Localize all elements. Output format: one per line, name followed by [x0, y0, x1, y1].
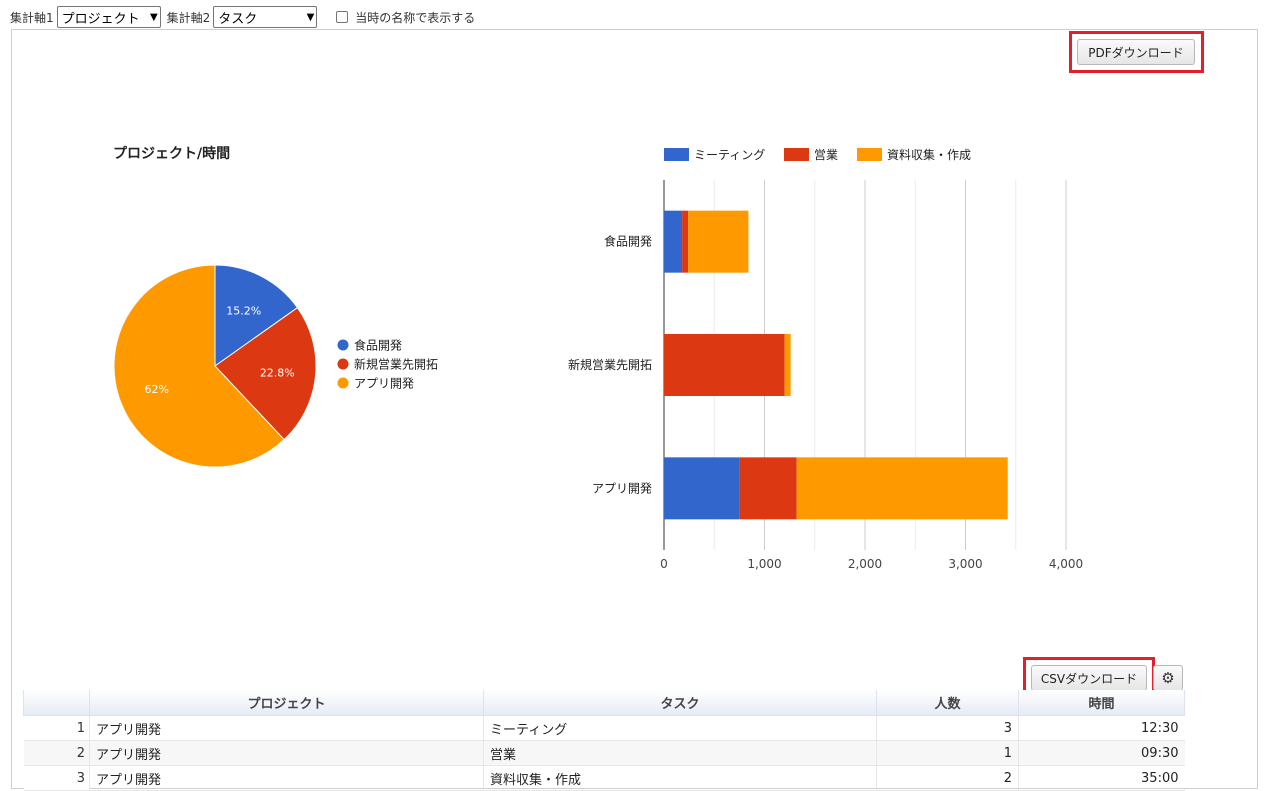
- bar-legend-label: 営業: [814, 148, 838, 162]
- row-project: アプリ開発: [89, 740, 484, 766]
- bar-segment: [739, 457, 797, 520]
- column-header-task[interactable]: タスク: [483, 690, 877, 716]
- bar-legend-swatch: [664, 148, 689, 161]
- row-task: ミーティング: [483, 715, 877, 741]
- row-index: 3: [23, 765, 90, 791]
- table-header-row: プロジェクト タスク 人数 時間: [23, 690, 1185, 716]
- y-category-label: 新規営業先開拓: [568, 357, 652, 372]
- bar-legend-label: 資料収集・作成: [887, 147, 971, 162]
- bar-legend-swatch: [857, 148, 882, 161]
- row-index: 1: [23, 715, 90, 741]
- row-time: 35:00: [1018, 765, 1185, 791]
- row-project: アプリ開発: [89, 715, 484, 741]
- pie-slice-label: 15.2%: [226, 304, 261, 317]
- row-task: 営業: [483, 740, 877, 766]
- y-category-label: 食品開発: [604, 234, 652, 249]
- bar-segment: [664, 457, 740, 520]
- bar-segment: [664, 334, 785, 396]
- row-people: 1: [876, 740, 1019, 766]
- row-task: 資料収集・作成: [483, 765, 877, 791]
- x-tick-label: 4,000: [1049, 557, 1083, 571]
- bar-segment: [784, 334, 791, 396]
- pie-legend-marker: [337, 377, 349, 389]
- column-header-time[interactable]: 時間: [1018, 690, 1185, 716]
- summary-table: プロジェクト タスク 人数 時間 1 アプリ開発 ミーティング 3 12:30 …: [23, 690, 1185, 791]
- row-time: 12:30: [1018, 715, 1185, 741]
- gear-icon: ⚙: [1161, 669, 1175, 687]
- bar-legend-swatch: [784, 148, 809, 161]
- row-time: 09:30: [1018, 740, 1185, 766]
- row-people: 2: [876, 765, 1019, 791]
- bar-legend-label: ミーティング: [694, 148, 765, 162]
- x-tick-label: 3,000: [948, 557, 982, 571]
- pie-legend-label: アプリ開発: [354, 377, 414, 391]
- y-category-label: アプリ開発: [592, 481, 652, 495]
- column-header-people[interactable]: 人数: [876, 690, 1019, 716]
- pie-legend-marker: [337, 358, 349, 370]
- column-header-index[interactable]: [23, 690, 90, 716]
- x-tick-label: 0: [660, 557, 668, 571]
- pie-legend-marker: [337, 339, 349, 351]
- x-tick-label: 2,000: [848, 557, 882, 571]
- pie-slice-label: 22.8%: [260, 366, 295, 379]
- bar-segment: [682, 210, 689, 273]
- pie-slice-label: 62%: [145, 383, 169, 396]
- bar-segment: [688, 210, 749, 273]
- table-settings-button[interactable]: ⚙: [1153, 665, 1183, 691]
- pie-legend-label: 食品開発: [354, 338, 402, 353]
- table-row[interactable]: 3 アプリ開発 資料収集・作成 2 35:00: [23, 765, 1185, 791]
- x-tick-label: 1,000: [747, 557, 781, 571]
- row-project: アプリ開発: [89, 765, 484, 791]
- table-row[interactable]: 1 アプリ開発 ミーティング 3 12:30: [23, 715, 1185, 741]
- row-index: 2: [23, 740, 90, 766]
- row-people: 3: [876, 715, 1019, 741]
- bar-segment: [664, 210, 683, 273]
- pie-legend-label: 新規営業先開拓: [354, 357, 438, 372]
- bar-segment: [796, 457, 1008, 520]
- table-row[interactable]: 2 アプリ開発 営業 1 09:30: [23, 740, 1185, 766]
- column-header-project[interactable]: プロジェクト: [89, 690, 484, 716]
